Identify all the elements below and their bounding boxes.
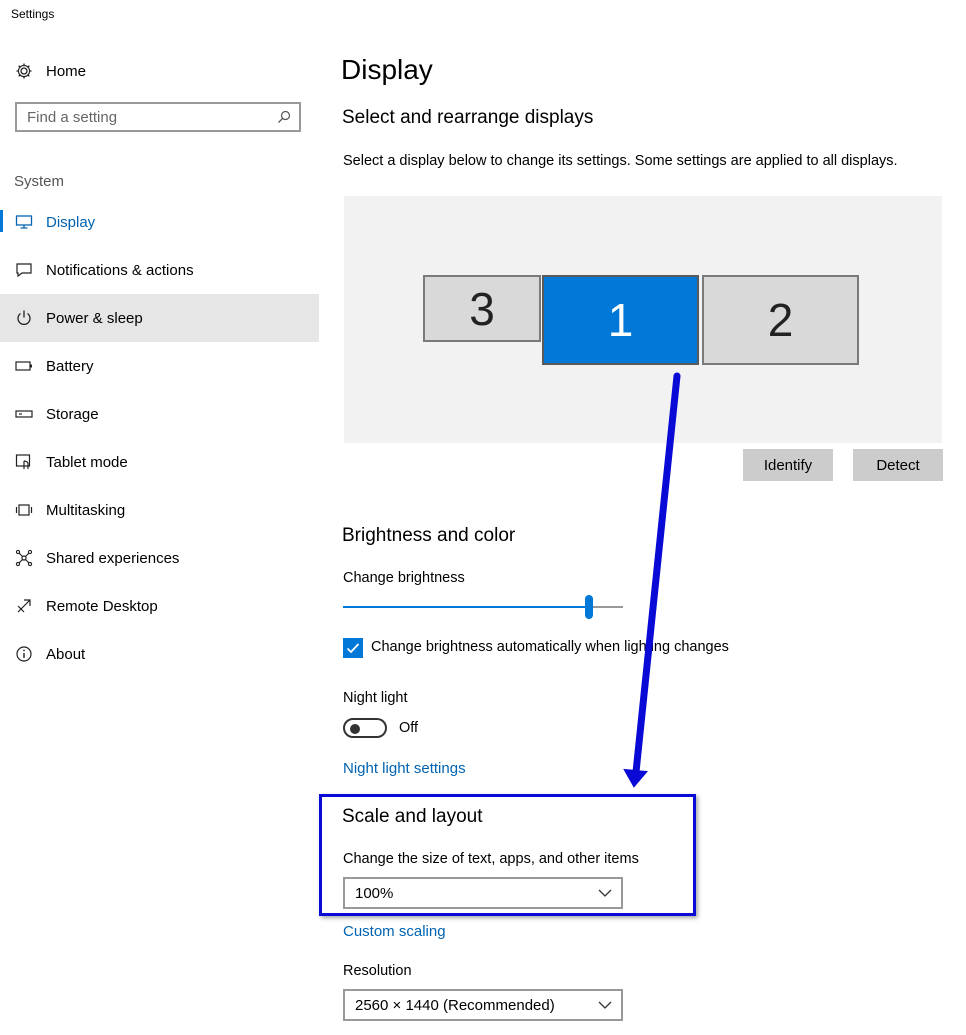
slider-track-empty — [593, 606, 623, 608]
gear-icon — [14, 61, 34, 81]
sidebar-item-multitasking[interactable]: Multitasking — [0, 486, 319, 534]
page-title: Display — [341, 54, 433, 85]
arrange-heading: Select and rearrange displays — [342, 107, 594, 128]
slider-track-filled — [343, 606, 585, 608]
sidebar-item-label: Power & sleep — [46, 309, 143, 327]
auto-brightness-checkbox[interactable] — [343, 638, 363, 658]
share-icon — [14, 548, 34, 568]
search-box[interactable] — [15, 102, 301, 132]
scale-dropdown-value: 100% — [355, 884, 394, 902]
display-monitor-2[interactable]: 2 — [702, 275, 859, 365]
slider-thumb[interactable] — [585, 595, 593, 619]
home-label: Home — [46, 62, 87, 80]
display-monitor-1[interactable]: 1 — [542, 275, 699, 365]
storage-icon — [14, 404, 34, 424]
sidebar-item-storage[interactable]: Storage — [0, 390, 319, 438]
monitor-icon — [14, 212, 34, 232]
sidebar-item-label: Remote Desktop — [46, 597, 158, 615]
remote-desktop-icon — [14, 596, 34, 616]
window-title: Settings — [11, 7, 55, 21]
sidebar-item-remote-desktop[interactable]: Remote Desktop — [0, 582, 319, 630]
section-label-system: System — [14, 173, 65, 190]
selection-indicator — [0, 210, 3, 232]
battery-icon — [14, 356, 34, 376]
sidebar-item-battery[interactable]: Battery — [0, 342, 319, 390]
arrange-description: Select a display below to change its set… — [343, 153, 898, 169]
toggle-knob — [350, 724, 360, 734]
display-arrangement-area[interactable]: 3 1 2 — [344, 196, 942, 443]
brightness-slider[interactable] — [343, 595, 623, 619]
night-light-settings-link[interactable]: Night light settings — [343, 760, 466, 777]
home-nav-item[interactable]: Home — [14, 60, 314, 82]
night-light-toggle[interactable] — [343, 718, 387, 738]
identify-button[interactable]: Identify — [743, 449, 833, 481]
sidebar-item-shared-experiences[interactable]: Shared experiences — [0, 534, 319, 582]
sidebar-item-tablet-mode[interactable]: Tablet mode — [0, 438, 319, 486]
scale-dropdown[interactable]: 100% — [343, 877, 623, 909]
chevron-down-icon — [598, 889, 612, 897]
sidebar-item-power-sleep[interactable]: Power & sleep — [0, 294, 319, 342]
display-monitor-3[interactable]: 3 — [423, 275, 541, 342]
brightness-heading: Brightness and color — [342, 525, 516, 546]
scale-size-label: Change the size of text, apps, and other… — [343, 851, 639, 867]
resolution-dropdown[interactable]: 2560 × 1440 (Recommended) — [343, 989, 623, 1021]
sidebar-item-label: Storage — [46, 405, 99, 423]
search-input[interactable] — [17, 107, 269, 127]
sidebar-item-label: Notifications & actions — [46, 261, 194, 279]
resolution-dropdown-value: 2560 × 1440 (Recommended) — [355, 996, 555, 1014]
change-brightness-label: Change brightness — [343, 570, 465, 586]
auto-brightness-label: Change brightness automatically when lig… — [371, 639, 729, 655]
notification-icon — [14, 260, 34, 280]
sidebar-item-label: Battery — [46, 357, 94, 375]
search-icon[interactable] — [277, 110, 291, 129]
sidebar-item-notifications[interactable]: Notifications & actions — [0, 246, 319, 294]
night-light-state: Off — [399, 720, 419, 736]
checkmark-icon — [346, 643, 360, 654]
sidebar-item-display[interactable]: Display — [0, 198, 319, 246]
scale-heading: Scale and layout — [342, 806, 483, 827]
sidebar-item-label: Tablet mode — [46, 453, 128, 471]
sidebar-item-label: Shared experiences — [46, 549, 180, 567]
info-icon — [14, 644, 34, 664]
resolution-label: Resolution — [343, 963, 412, 979]
sidebar-item-label: About — [46, 645, 86, 663]
chevron-down-icon — [598, 1001, 612, 1009]
multitasking-icon — [14, 500, 34, 520]
custom-scaling-link[interactable]: Custom scaling — [343, 923, 446, 940]
sidebar-item-about[interactable]: About — [0, 630, 319, 678]
sidebar-item-label: Display — [46, 213, 96, 231]
night-light-label: Night light — [343, 690, 408, 706]
sidebar-item-label: Multitasking — [46, 501, 126, 519]
tablet-icon — [14, 452, 34, 472]
detect-button[interactable]: Detect — [853, 449, 943, 481]
power-icon — [14, 308, 34, 328]
